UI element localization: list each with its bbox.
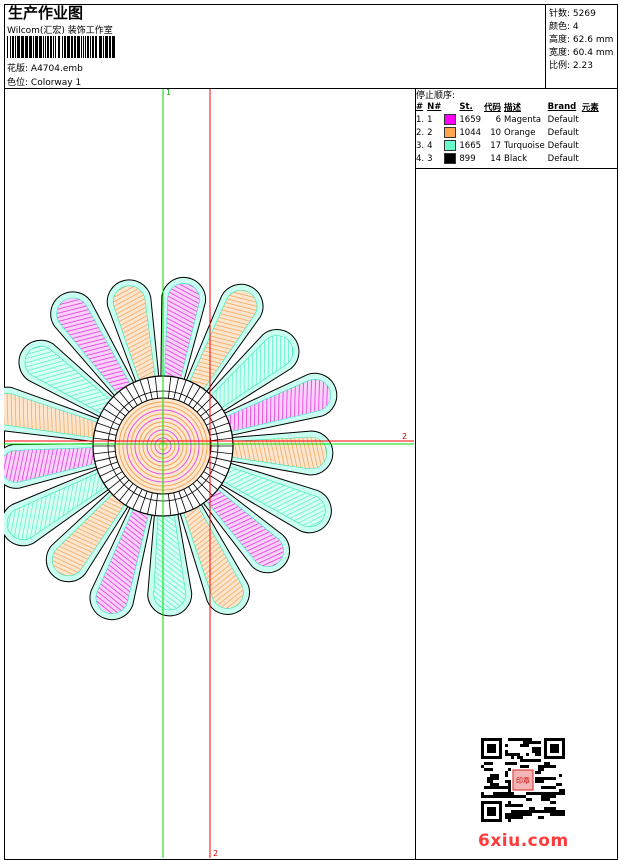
guide-label-1: 1 (166, 89, 171, 97)
table-row: 1. 1 1659 6 Magenta Default (416, 114, 579, 125)
colorway-value: Colorway 1 (30, 78, 82, 88)
barcode (7, 36, 115, 58)
table-header-row: # N# St. 代码 描述 Brand 元素 (416, 100, 602, 113)
design-value: A4704.emb (30, 64, 83, 74)
right-panel-divider (415, 88, 416, 860)
col-element: 元素 (581, 102, 599, 113)
col-stitches: St. (459, 101, 473, 112)
embroidery-canvas: 1 2 2 (4, 89, 414, 858)
qr-stamp-text: 印章 (516, 776, 530, 785)
stat-stitches: 针数: 5269 (549, 9, 596, 19)
colorway: 色位: Colorway 1 (7, 75, 81, 88)
stat-scale: 比例: 2.23 (549, 61, 593, 71)
sequence-box-bottom (415, 168, 618, 169)
table-row: 4. 3 899 14 Black Default (416, 153, 579, 164)
table-row: 3. 4 1665 17 Turquoise Default (416, 140, 579, 151)
studio-name: Wilcom(汇宏) 装饰工作室 (7, 26, 113, 36)
watermark: 6xiu.com (478, 831, 569, 851)
guide-label-2-bottom: 2 (213, 849, 218, 858)
guide-label-2-right: 2 (402, 432, 407, 441)
qr-code: 印章 (481, 738, 565, 822)
color-swatch (444, 114, 457, 125)
stat-colors: 颜色: 4 (549, 22, 579, 32)
col-code: 代码 (484, 102, 502, 113)
table-row: 2. 2 1044 10 Orange Default (416, 127, 579, 138)
design-label: 花版: (7, 64, 29, 74)
col-index: # (416, 101, 424, 112)
col-brand: Brand (547, 101, 577, 112)
page-title: 生产作业图 (8, 4, 84, 22)
color-swatch (444, 153, 457, 164)
col-needle: N# (427, 101, 442, 112)
colorway-label: 色位: (7, 78, 29, 88)
color-swatch (444, 140, 457, 151)
color-sequence-table: # N# St. 代码 描述 Brand 元素 1. 1 1659 6 Magent… (416, 100, 602, 165)
stat-height: 高度: 62.6 mm (549, 35, 614, 45)
design-file: 花版: A4704.emb (7, 61, 83, 74)
stat-width: 宽度: 60.4 mm (549, 48, 614, 58)
color-swatch (444, 127, 457, 138)
col-swatch (444, 100, 459, 113)
qr-stamp-icon: 印章 (511, 768, 535, 792)
col-description: 描述 (504, 102, 522, 113)
